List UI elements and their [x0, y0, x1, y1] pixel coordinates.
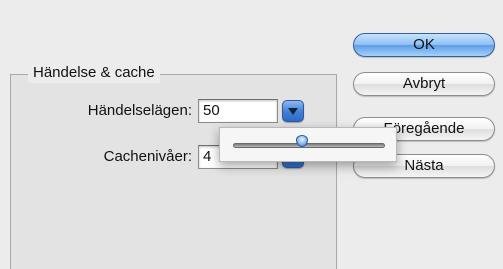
- slider-track[interactable]: [233, 143, 385, 148]
- slider-popup: [219, 127, 397, 162]
- cache-levels-label: Cachenivåer:: [103, 148, 192, 165]
- group-title: Händelse & cache: [28, 63, 160, 83]
- history-states-label: Händelselägen:: [87, 102, 192, 119]
- chevron-down-icon: [288, 108, 298, 115]
- history-states-dropdown-button[interactable]: [282, 100, 304, 122]
- history-states-field[interactable]: 50: [198, 99, 278, 123]
- cancel-button[interactable]: Avbryt: [353, 72, 495, 96]
- ok-button[interactable]: OK: [353, 33, 495, 57]
